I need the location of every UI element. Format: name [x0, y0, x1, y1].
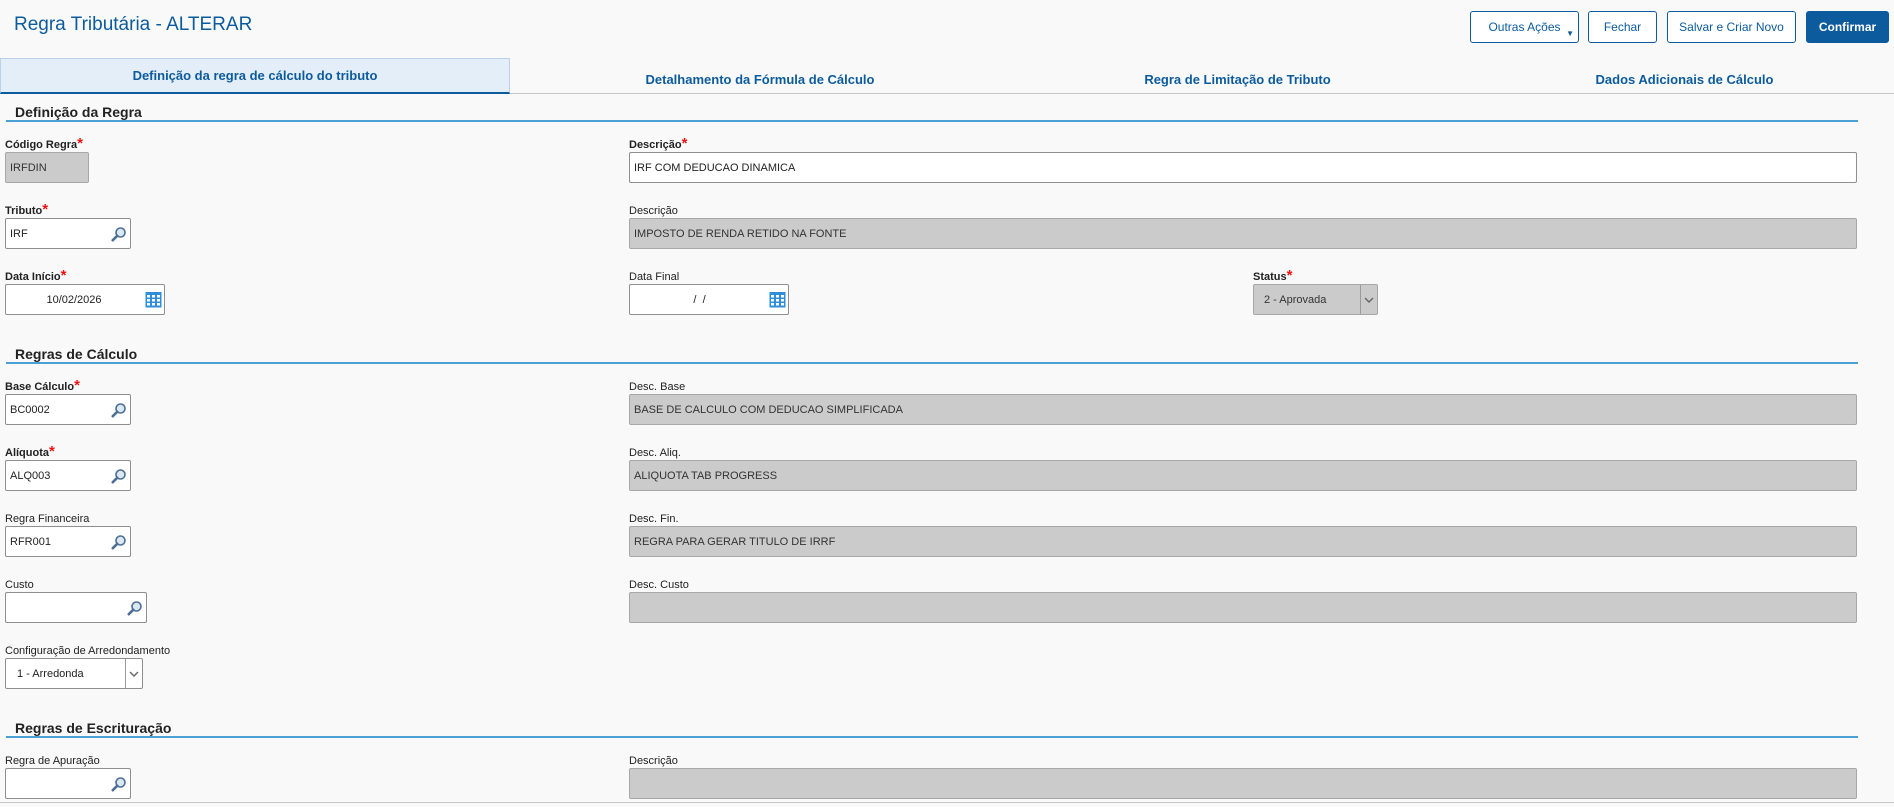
- section-divider: [6, 120, 1858, 122]
- tributo-descricao-label: Descrição: [629, 205, 678, 217]
- save-and-new-button[interactable]: Salvar e Criar Novo: [1667, 11, 1796, 43]
- required-mark: *: [49, 443, 55, 460]
- tab-definition[interactable]: Definição da regra de cálculo do tributo: [0, 58, 510, 94]
- regra-financeira-input[interactable]: RFR001: [5, 526, 131, 557]
- chevron-down-icon[interactable]: [1360, 285, 1377, 314]
- tab-limitation[interactable]: Regra de Limitação de Tributo: [1000, 62, 1475, 97]
- base-calculo-label: Base Cálculo*: [5, 377, 80, 394]
- status-label: Status*: [1253, 267, 1293, 284]
- search-icon[interactable]: [111, 468, 127, 484]
- apuracao-descricao-field: [629, 768, 1857, 799]
- custo-label: Custo: [5, 579, 34, 591]
- search-icon[interactable]: [111, 534, 127, 550]
- regra-financeira-label: Regra Financeira: [5, 513, 90, 525]
- status-select[interactable]: 2 - Aprovada: [1253, 284, 1378, 315]
- required-mark: *: [74, 377, 80, 394]
- tab-formula-detail[interactable]: Detalhamento da Fórmula de Cálculo: [520, 62, 1000, 97]
- search-icon[interactable]: [127, 600, 143, 616]
- desc-aliq-field: ALIQUOTA TAB PROGRESS: [629, 460, 1857, 491]
- data-inicio-input[interactable]: 10/02/2026: [5, 284, 165, 315]
- search-icon[interactable]: [111, 402, 127, 418]
- search-icon[interactable]: [111, 776, 127, 792]
- close-button[interactable]: Fechar: [1588, 11, 1657, 43]
- section-divider: [6, 362, 1858, 364]
- arredondamento-select[interactable]: 1 - Arredonda: [5, 658, 143, 689]
- apuracao-descricao-label: Descrição: [629, 755, 678, 767]
- caret-down-icon: ▼: [1566, 29, 1574, 38]
- codigo-regra-field[interactable]: IRFDIN: [5, 152, 89, 183]
- desc-custo-field: [629, 592, 1857, 623]
- other-actions-label: Outras Ações: [1488, 20, 1561, 34]
- codigo-regra-label: Código Regra*: [5, 135, 83, 152]
- data-inicio-label: Data Início*: [5, 267, 67, 284]
- calendar-icon[interactable]: [769, 291, 786, 308]
- desc-fin-label: Desc. Fin.: [629, 513, 679, 525]
- confirm-button[interactable]: Confirmar: [1806, 11, 1889, 43]
- required-mark: *: [77, 135, 83, 152]
- required-mark: *: [1286, 267, 1293, 284]
- section-title-calculation: Regras de Cálculo: [15, 346, 138, 362]
- custo-input[interactable]: [5, 592, 147, 623]
- data-final-input[interactable]: / /: [629, 284, 789, 315]
- tab-bar: Definição da regra de cálculo do tributo…: [0, 58, 1894, 94]
- descricao-input[interactable]: IRF COM DEDUCAO DINAMICA: [629, 152, 1857, 183]
- tributo-descricao-field: IMPOSTO DE RENDA RETIDO NA FONTE: [629, 218, 1857, 249]
- search-icon[interactable]: [111, 226, 127, 242]
- regra-apuracao-input[interactable]: [5, 768, 131, 799]
- section-divider: [6, 736, 1858, 738]
- section-title-bookkeeping: Regras de Escrituração: [15, 720, 172, 736]
- desc-custo-label: Desc. Custo: [629, 579, 689, 591]
- other-actions-button[interactable]: Outras Ações ▼: [1470, 11, 1579, 43]
- tributo-input[interactable]: IRF: [5, 218, 131, 249]
- required-mark: *: [42, 201, 49, 218]
- base-calculo-input[interactable]: BC0002: [5, 394, 131, 425]
- page-title: Regra Tributária - ALTERAR: [14, 14, 253, 35]
- descricao-label: Descrição*: [629, 135, 688, 152]
- desc-base-field: BASE DE CALCULO COM DEDUCAO SIMPLIFICADA: [629, 394, 1857, 425]
- arredondamento-label: Configuração de Arredondamento: [5, 645, 171, 657]
- calendar-icon[interactable]: [145, 291, 162, 308]
- desc-base-label: Desc. Base: [629, 381, 686, 393]
- tab-additional-data[interactable]: Dados Adicionais de Cálculo: [1475, 62, 1894, 97]
- desc-fin-field: REGRA PARA GERAR TITULO DE IRRF: [629, 526, 1857, 557]
- aliquota-label: Alíquota*: [5, 443, 55, 460]
- section-title-definition: Definição da Regra: [15, 104, 142, 120]
- aliquota-input[interactable]: ALQ003: [5, 460, 131, 491]
- regra-apuracao-label: Regra de Apuração: [5, 755, 100, 767]
- tributo-label: Tributo*: [5, 201, 49, 218]
- data-final-label: Data Final: [629, 271, 680, 283]
- chevron-down-icon[interactable]: [125, 659, 142, 688]
- bottom-divider: [0, 802, 1894, 803]
- required-mark: *: [681, 135, 688, 152]
- required-mark: *: [60, 267, 67, 284]
- desc-aliq-label: Desc. Aliq.: [629, 447, 681, 459]
